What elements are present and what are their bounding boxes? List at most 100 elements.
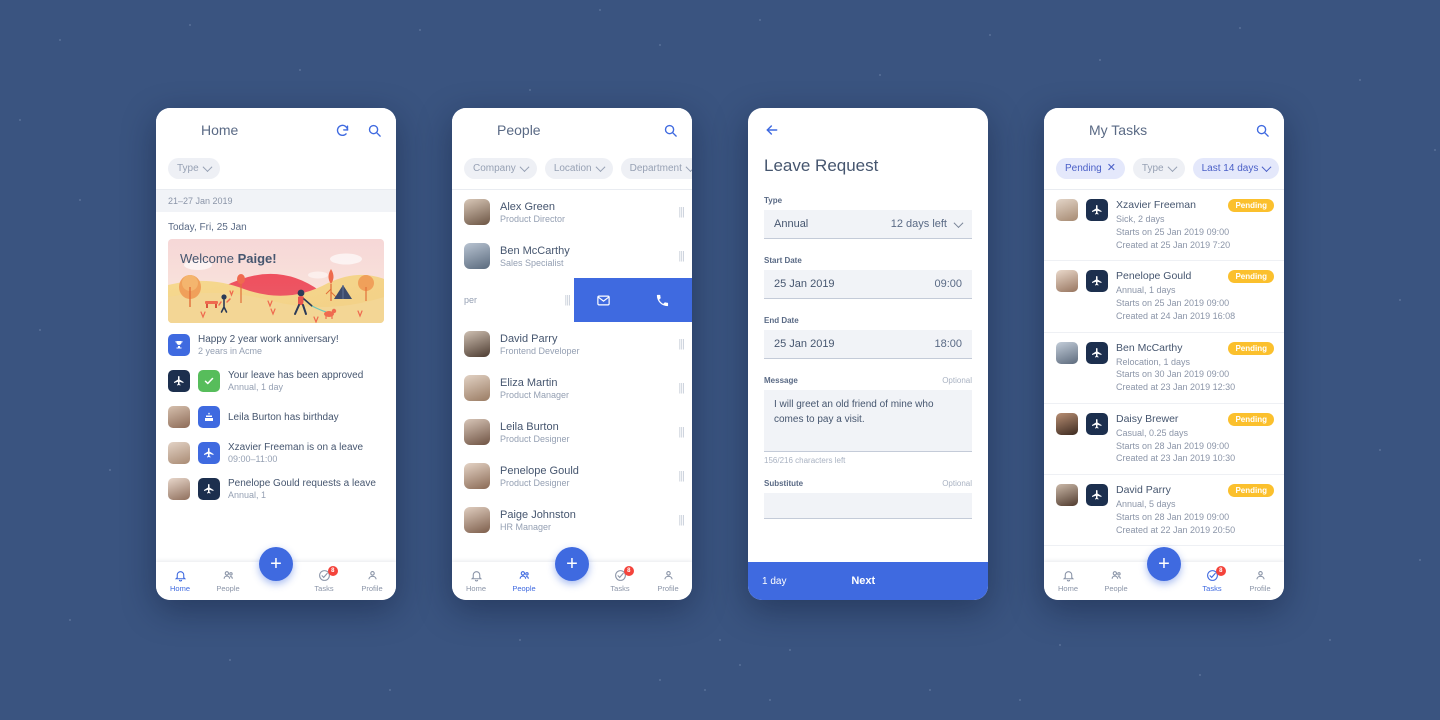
people-scroll[interactable]: Alex Green Product Director ||| Ben McCa… [452, 190, 692, 600]
swiped-list-item[interactable]: per ||| [452, 278, 692, 322]
refresh-icon[interactable] [332, 120, 352, 140]
nav-item-profile[interactable]: Profile [348, 569, 396, 593]
feed-item[interactable]: Leila Burton has birthday [156, 399, 396, 435]
tasks-scroll[interactable]: Xzavier Freeman Sick, 2 days Starts on 2… [1044, 190, 1284, 600]
nav-item-people[interactable]: People [1092, 569, 1140, 593]
chip-type[interactable]: Type [1132, 158, 1185, 179]
nav-label: People [216, 584, 240, 593]
chip-type[interactable]: Type [168, 158, 220, 179]
avatar [1056, 484, 1078, 507]
search-icon[interactable] [364, 120, 384, 140]
feed-title: Penelope Gould requests a leave [228, 478, 376, 489]
drag-handle[interactable]: ||| [678, 338, 685, 350]
avatar [1056, 341, 1078, 364]
back-arrow-icon[interactable] [764, 122, 972, 142]
chip-department[interactable]: Department [620, 158, 692, 179]
phone-icon[interactable] [633, 278, 692, 322]
drag-handle[interactable]: ||| [678, 470, 685, 482]
drag-handle[interactable]: ||| [678, 382, 685, 394]
task-type: Relocation, 1 days [1116, 356, 1191, 367]
task-starts: Starts on 28 Jan 2019 09:00 [1116, 440, 1230, 451]
fab-add-button[interactable]: + [1147, 547, 1181, 581]
mail-icon[interactable] [574, 278, 633, 322]
list-item[interactable]: Paige Johnston HR Manager ||| [452, 498, 692, 542]
search-icon[interactable] [1252, 120, 1272, 140]
chip-label: Type [1141, 163, 1164, 174]
fab-add-button[interactable]: + [555, 547, 589, 581]
swipe-actions [574, 278, 692, 322]
appbar-home: Home [156, 108, 396, 152]
nav-item-home[interactable]: Home [1044, 569, 1092, 593]
nav-item-tasks[interactable]: 8 Tasks [300, 566, 348, 593]
hamburger-icon[interactable] [464, 120, 481, 140]
welcome-banner[interactable]: Welcome Paige! [168, 239, 384, 323]
next-button[interactable]: Next [786, 575, 940, 587]
nav-item-profile[interactable]: Profile [1236, 569, 1284, 593]
hamburger-icon[interactable] [1056, 120, 1073, 140]
feed-item[interactable]: Happy 2 year work anniversary! 2 years i… [156, 327, 396, 363]
substitute-input[interactable] [764, 493, 972, 519]
nav-item-people[interactable]: People [204, 569, 252, 593]
nav-item-profile[interactable]: Profile [644, 569, 692, 593]
list-item[interactable]: Leila Burton Product Designer ||| [452, 410, 692, 454]
feed-item[interactable]: Your leave has been approved Annual, 1 d… [156, 363, 396, 399]
nav-label: Tasks [1202, 584, 1222, 593]
field-label: Type [764, 196, 783, 205]
message-textarea[interactable]: I will greet an old friend of mine who c… [764, 390, 972, 452]
plane-icon [198, 442, 220, 464]
drag-handle[interactable]: ||| [678, 206, 685, 218]
search-icon[interactable] [660, 120, 680, 140]
fab-add-button[interactable]: + [259, 547, 293, 581]
person-name: David Parry [500, 332, 558, 345]
list-item[interactable]: Penelope Gould Product Designer ||| [452, 454, 692, 498]
person-role: Product Designer [500, 477, 570, 488]
nav-item-home[interactable]: Home [452, 569, 500, 593]
chip-company[interactable]: Company [464, 158, 537, 179]
nav-item-home[interactable]: Home [156, 569, 204, 593]
avatar [464, 375, 490, 401]
feed-item[interactable]: Xzavier Freeman is on a leave 09:00–11:0… [156, 435, 396, 471]
status-badge: Pending [1228, 341, 1274, 355]
start-time-value: 09:00 [934, 278, 962, 290]
home-feed-scroll[interactable]: 21–27 Jan 2019 Today, Fri, 25 Jan Welcom… [156, 190, 396, 600]
chip-pending[interactable]: Pending ✕ [1056, 158, 1125, 179]
field-group-type: Type Annual 12 days left [764, 196, 972, 239]
type-select[interactable]: Annual 12 days left [764, 210, 972, 239]
nav-item-tasks[interactable]: 8 Tasks [1188, 566, 1236, 593]
hamburger-icon[interactable] [168, 120, 185, 140]
list-item[interactable]: Eliza Martin Product Manager ||| [452, 366, 692, 410]
avatar [1056, 199, 1078, 221]
table-row[interactable]: Daisy Brewer Casual, 0.25 days Starts on… [1044, 404, 1284, 476]
drag-handle[interactable]: ||| [678, 250, 685, 262]
feed-list: Happy 2 year work anniversary! 2 years i… [156, 323, 396, 507]
end-date-input[interactable]: 25 Jan 2019 18:00 [764, 330, 972, 359]
start-date-input[interactable]: 25 Jan 2019 09:00 [764, 270, 972, 299]
list-item[interactable]: Ben McCarthy Sales Specialist ||| [452, 234, 692, 278]
drag-handle[interactable]: ||| [564, 294, 571, 306]
tasks-badge: 8 [623, 566, 634, 576]
field-label: Message [764, 376, 798, 385]
field-group-start-date: Start Date 25 Jan 2019 09:00 [764, 256, 972, 299]
chip-last-14-days[interactable]: Last 14 days [1192, 158, 1280, 179]
drag-handle[interactable]: ||| [678, 514, 685, 526]
table-row[interactable]: Penelope Gould Annual, 1 days Starts on … [1044, 261, 1284, 333]
swiped-row-content: per ||| [452, 278, 574, 322]
feed-item[interactable]: Penelope Gould requests a leave Annual, … [156, 471, 396, 507]
close-icon[interactable]: ✕ [1107, 163, 1116, 174]
list-item[interactable]: Alex Green Product Director ||| [452, 190, 692, 234]
avatar [464, 463, 490, 489]
tasks-badge: 8 [1215, 566, 1226, 576]
table-row[interactable]: Ben McCarthy Relocation, 1 days Starts o… [1044, 333, 1284, 404]
table-row[interactable]: Xzavier Freeman Sick, 2 days Starts on 2… [1044, 190, 1284, 262]
chip-location[interactable]: Location [544, 158, 613, 179]
status-badge: Pending [1228, 270, 1274, 284]
feed-title: Leila Burton has birthday [228, 411, 339, 423]
list-item[interactable]: David Parry Frontend Developer ||| [452, 322, 692, 366]
nav-item-tasks[interactable]: 8 Tasks [596, 566, 644, 593]
table-row[interactable]: David Parry Annual, 5 days Starts on 28 … [1044, 475, 1284, 547]
appbar-people: People [452, 108, 692, 152]
drag-handle[interactable]: ||| [678, 426, 685, 438]
nav-label: People [1104, 584, 1128, 593]
nav-item-people[interactable]: People [500, 569, 548, 593]
feed-subtitle: Annual, 1 day [228, 382, 284, 392]
